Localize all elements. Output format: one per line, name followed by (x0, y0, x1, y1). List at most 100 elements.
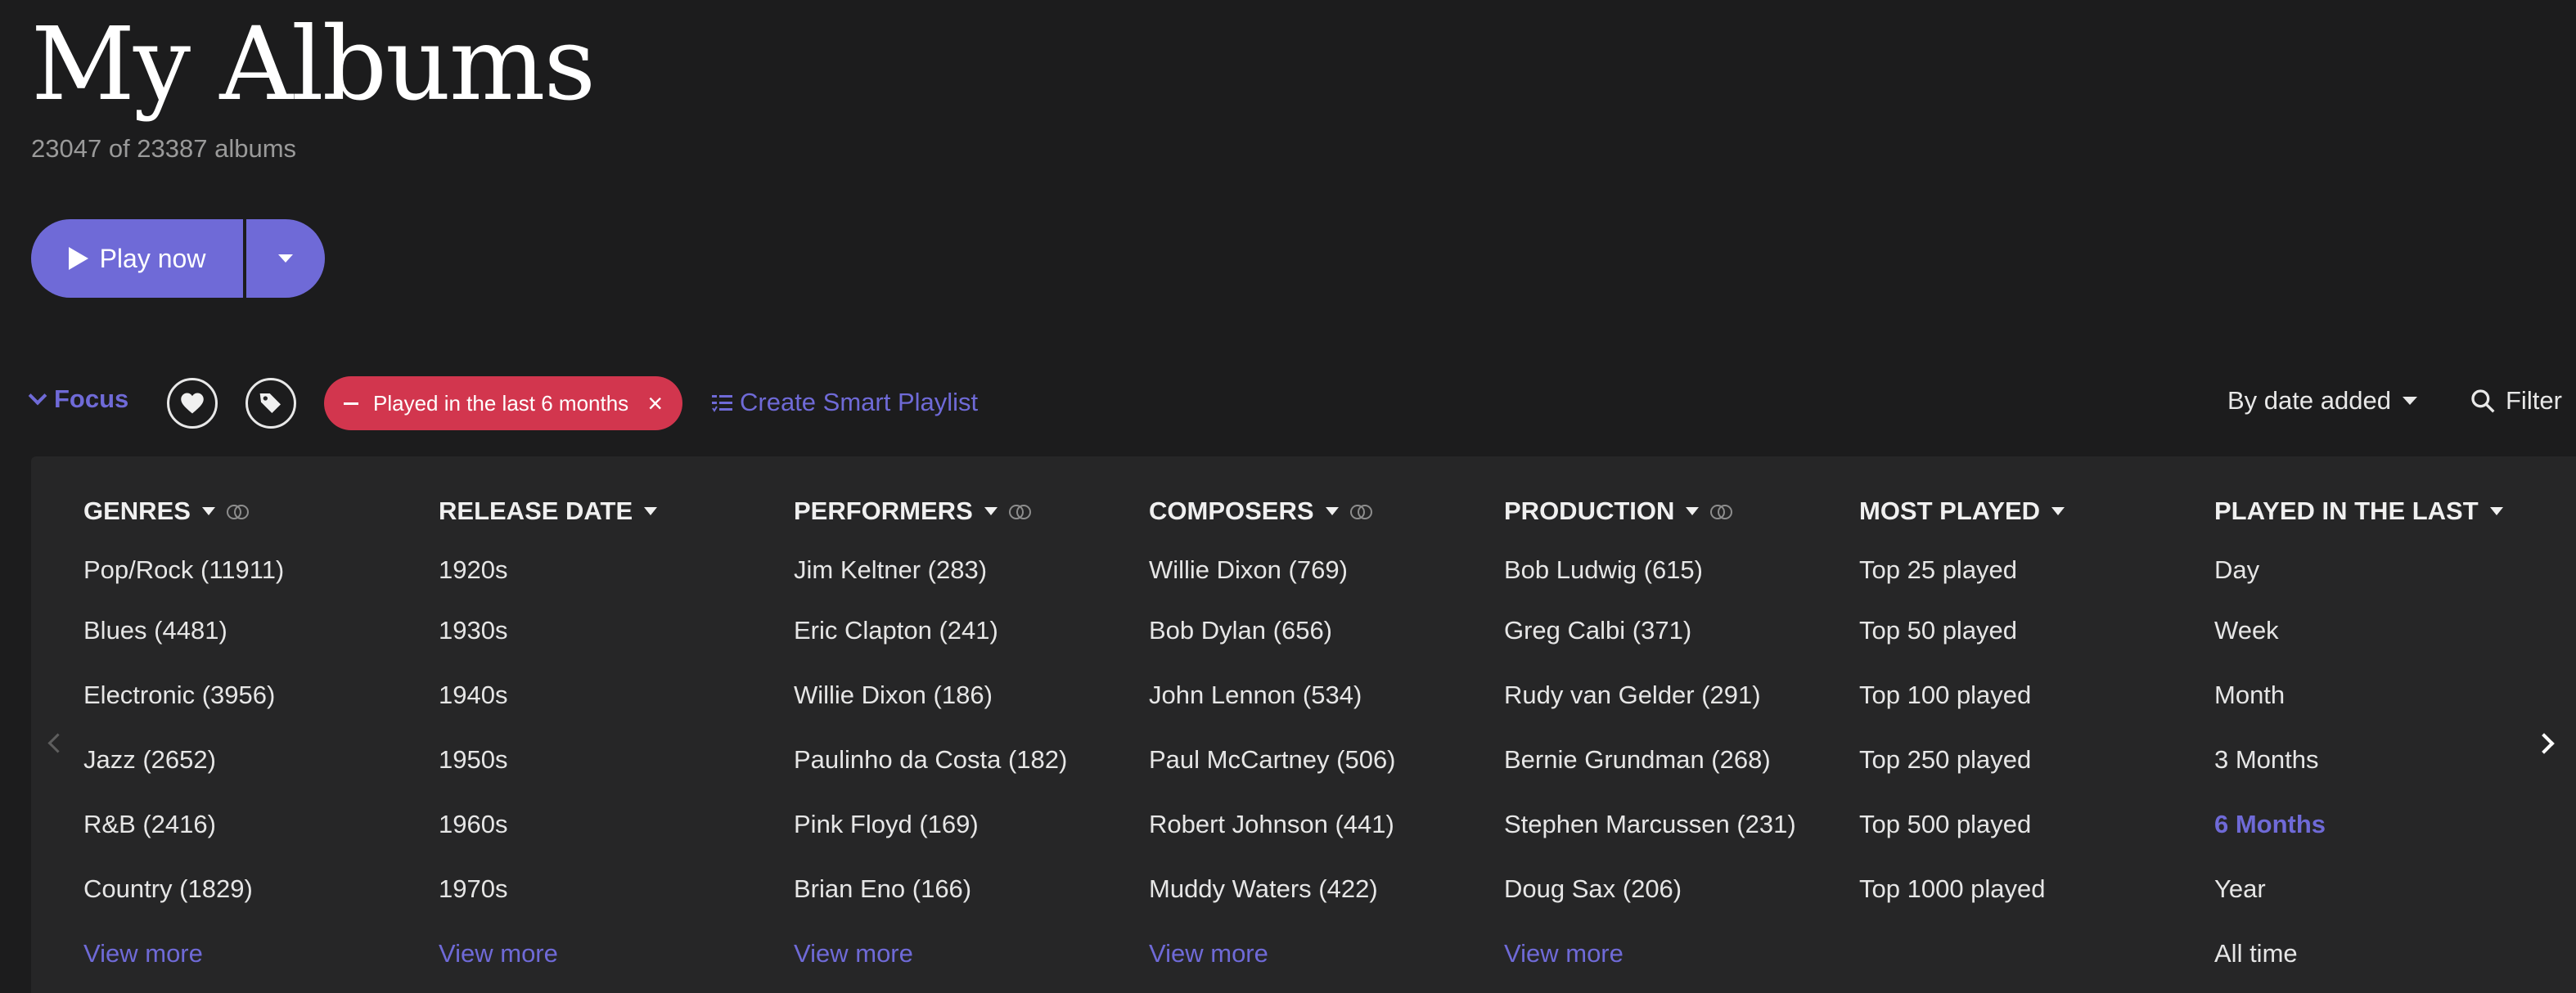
sort-dropdown[interactable]: By date added (2227, 386, 2417, 416)
caret-down-icon (2051, 507, 2065, 515)
caret-down-icon (278, 254, 293, 263)
scroll-left-arrow-icon[interactable] (47, 733, 68, 753)
column-title: PERFORMERS (794, 496, 973, 525)
play-options-dropdown[interactable] (246, 219, 325, 298)
focus-list-item[interactable]: Rudy van Gelder (291) (1504, 663, 1796, 727)
create-smart-playlist-link[interactable]: Create Smart Playlist (712, 388, 978, 417)
scroll-right-arrow-icon[interactable] (2533, 733, 2555, 754)
focus-column: RELEASE DATE 1920s 1930s 1940s 1950s 1960s 197… (439, 491, 658, 921)
focus-list-item[interactable]: Bob Ludwig (615) (1504, 541, 1796, 598)
focus-list-item[interactable]: 1920s (439, 541, 657, 598)
focus-list-item[interactable]: 1960s (439, 792, 657, 856)
focus-label: Focus (54, 384, 129, 413)
focus-list-item[interactable]: Top 25 played (1859, 541, 2065, 598)
column-header[interactable]: PRODUCTION (1504, 491, 1796, 532)
column-items: Jim Keltner (283) Eric Clapton (241) Willi… (794, 541, 1067, 921)
filter-button[interactable]: Filter (2470, 386, 2562, 416)
column-title: COMPOSERS (1149, 496, 1314, 525)
view-more-link[interactable]: View more (439, 939, 558, 968)
focus-panel: GENRES Pop/Rock (11911) Blues (4481) Electr… (31, 456, 2576, 993)
view-more-link[interactable]: View more (794, 939, 913, 968)
focus-list-item[interactable]: Willie Dixon (186) (794, 663, 1067, 727)
smart-playlist-icon (712, 395, 732, 412)
focus-list-item[interactable]: Willie Dixon (769) (1149, 541, 1396, 598)
view-more-link[interactable]: View more (1504, 939, 1624, 968)
column-title: RELEASE DATE (439, 496, 633, 525)
focus-list-item[interactable]: John Lennon (534) (1149, 663, 1396, 727)
intersect-rings-icon[interactable] (1349, 505, 1372, 519)
focus-list-item[interactable]: Month (2214, 663, 2503, 727)
focus-list-item[interactable]: Week (2214, 598, 2503, 663)
favorites-filter-button[interactable] (167, 378, 218, 429)
column-header[interactable]: RELEASE DATE (439, 491, 658, 532)
focus-toggle[interactable]: Focus (28, 384, 129, 414)
focus-list-item[interactable]: All time (2214, 921, 2503, 986)
focus-list-item[interactable]: Year (2214, 856, 2503, 921)
column-header[interactable]: GENRES (83, 491, 284, 532)
focus-list-item[interactable]: 1950s (439, 727, 657, 792)
focus-list-item[interactable]: Robert Johnson (441) (1149, 792, 1396, 856)
focus-list-item[interactable]: 3 Months (2214, 727, 2503, 792)
focus-list-item[interactable]: R&B (2416) (83, 792, 284, 856)
focus-list-item[interactable]: Top 500 played (1859, 792, 2065, 856)
focus-list-item[interactable]: Blues (4481) (83, 598, 284, 663)
column-items: Bob Ludwig (615) Greg Calbi (371) Rudy van… (1504, 541, 1796, 921)
play-icon (68, 247, 88, 270)
focus-list-item[interactable]: Paulinho da Costa (182) (794, 727, 1067, 792)
focus-list-item[interactable]: Top 1000 played (1859, 856, 2065, 921)
column-header[interactable]: PERFORMERS (794, 491, 1067, 532)
column-header[interactable]: COMPOSERS (1149, 491, 1396, 532)
search-icon (2471, 389, 2495, 413)
caret-down-icon (1686, 507, 1700, 515)
chevron-down-icon (28, 386, 47, 406)
focus-list-item[interactable]: Bernie Grundman (268) (1504, 727, 1796, 792)
play-now-button[interactable]: Play now (31, 219, 243, 298)
close-icon[interactable]: × (647, 390, 663, 416)
focus-list-item[interactable]: 1940s (439, 663, 657, 727)
focus-list-item[interactable]: Bob Dylan (656) (1149, 598, 1396, 663)
focus-list-item[interactable]: Greg Calbi (371) (1504, 598, 1796, 663)
focus-list-item[interactable]: Jim Keltner (283) (794, 541, 1067, 598)
column-title: MOST PLAYED (1859, 496, 2041, 525)
column-title: PLAYED IN THE LAST (2214, 496, 2479, 525)
focus-column: PLAYED IN THE LAST Day Week Month 3 Months 6 … (2214, 491, 2503, 986)
tags-filter-button[interactable] (245, 378, 296, 429)
focus-list-item[interactable]: Top 100 played (1859, 663, 2065, 727)
focus-list-item[interactable]: Muddy Waters (422) (1149, 856, 1396, 921)
column-items: Willie Dixon (769) Bob Dylan (656) John Le… (1149, 541, 1396, 921)
focus-list-item[interactable]: Jazz (2652) (83, 727, 284, 792)
tag-icon (259, 393, 281, 413)
view-more-link[interactable]: View more (1149, 939, 1268, 968)
focus-bar: Focus Played in the last 6 months × Crea… (28, 375, 2576, 434)
active-filter-pill[interactable]: Played in the last 6 months × (324, 376, 682, 430)
focus-list-item[interactable]: Brian Eno (166) (794, 856, 1067, 921)
focus-list-item[interactable]: Day (2214, 541, 2503, 598)
focus-list-item[interactable]: 6 Months (2214, 792, 2503, 856)
focus-column: MOST PLAYED Top 25 played Top 50 played Top… (1859, 491, 2065, 921)
intersect-rings-icon[interactable] (1710, 505, 1733, 519)
focus-list-item[interactable]: 1970s (439, 856, 657, 921)
focus-list-item[interactable]: Doug Sax (206) (1504, 856, 1796, 921)
view-more-link[interactable]: View more (83, 939, 203, 968)
focus-list-item[interactable]: Pop/Rock (11911) (83, 541, 284, 598)
column-items: Pop/Rock (11911) Blues (4481) Electronic (… (83, 541, 284, 921)
column-items: Top 25 played Top 50 played Top 100 played… (1859, 541, 2065, 921)
focus-list-item[interactable]: Eric Clapton (241) (794, 598, 1067, 663)
focus-list-item[interactable]: Stephen Marcussen (231) (1504, 792, 1796, 856)
focus-list-item[interactable]: Electronic (3956) (83, 663, 284, 727)
active-filter-label: Played in the last 6 months (373, 390, 629, 416)
sort-label: By date added (2227, 386, 2391, 415)
column-header[interactable]: MOST PLAYED (1859, 491, 2065, 532)
focus-list-item[interactable]: Paul McCartney (506) (1149, 727, 1396, 792)
intersect-rings-icon[interactable] (226, 505, 249, 519)
focus-list-item[interactable]: Top 50 played (1859, 598, 2065, 663)
focus-list-item[interactable]: Country (1829) (83, 856, 284, 921)
focus-column: COMPOSERS Willie Dixon (769) Bob Dylan (65… (1149, 491, 1396, 921)
column-title: PRODUCTION (1504, 496, 1675, 525)
column-header[interactable]: PLAYED IN THE LAST (2214, 491, 2503, 532)
filter-label: Filter (2506, 386, 2562, 415)
focus-list-item[interactable]: 1930s (439, 598, 657, 663)
focus-list-item[interactable]: Pink Floyd (169) (794, 792, 1067, 856)
focus-list-item[interactable]: Top 250 played (1859, 727, 2065, 792)
intersect-rings-icon[interactable] (1008, 505, 1031, 519)
